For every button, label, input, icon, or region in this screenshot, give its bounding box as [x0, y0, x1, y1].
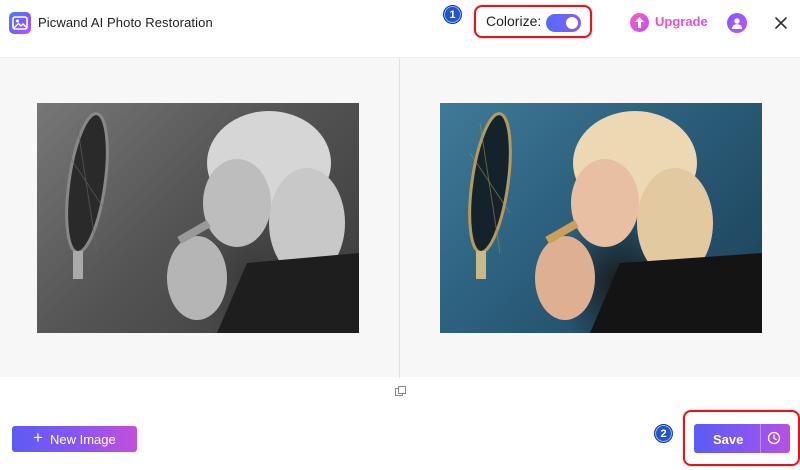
compare-divider[interactable] [399, 58, 400, 378]
new-image-label: New Image [50, 432, 116, 447]
plus-icon: + [33, 428, 43, 447]
original-photo [37, 103, 359, 333]
new-image-button[interactable]: + New Image [12, 426, 137, 452]
save-button[interactable]: Save [694, 424, 790, 453]
save-separator [760, 424, 761, 453]
title-bar: Picwand AI Photo Restoration 1 Colorize:… [0, 0, 800, 46]
preview-area [0, 57, 800, 378]
app-window: Picwand AI Photo Restoration 1 Colorize:… [0, 0, 800, 470]
save-label: Save [713, 432, 744, 447]
clock-icon[interactable] [767, 431, 781, 445]
app-logo-icon [9, 12, 31, 34]
step-badge-1: 1 [443, 5, 462, 24]
colorize-toggle[interactable] [546, 14, 581, 32]
colorize-label: Colorize: [486, 13, 542, 29]
user-icon[interactable] [727, 13, 747, 33]
app-title: Picwand AI Photo Restoration [38, 15, 213, 30]
compare-icon[interactable] [395, 386, 406, 397]
toggle-knob [566, 17, 578, 29]
upgrade-link[interactable]: Upgrade [655, 14, 708, 29]
step-badge-2: 2 [654, 424, 673, 443]
close-icon[interactable] [774, 16, 788, 30]
colorized-photo [440, 103, 762, 333]
upgrade-arrow-icon[interactable] [630, 13, 649, 32]
